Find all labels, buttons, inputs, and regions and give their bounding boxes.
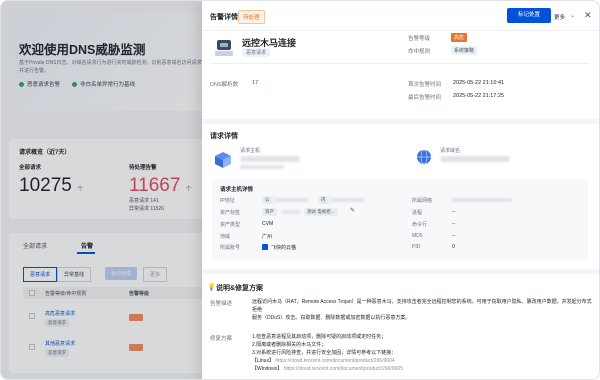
host-subvalue-redacted (240, 165, 284, 169)
globe-icon (417, 149, 431, 165)
close-icon[interactable]: ✕ (584, 10, 592, 20)
asset-tag-label: 资产标签 (220, 210, 241, 216)
first-time-value: 2025-05-22 21:10:41 (453, 80, 505, 86)
windows-guide-link[interactable]: https://cloud.tencent.com/document/produ… (284, 366, 403, 372)
fix-section-title: 说明&修复方案 (216, 285, 264, 292)
mark-handled-button[interactable]: 标记处置 (507, 8, 551, 23)
network-label: 所属网络 (412, 198, 433, 204)
section-gap (202, 119, 599, 124)
dns-count-link[interactable]: 17 (252, 80, 258, 86)
pid-value: 0 (452, 244, 455, 250)
trojan-icon (215, 40, 233, 56)
fix-steps: 1.检查恶意进程及其启动项，删除可疑的启动项或定时任务； 2.隔离或者删除相关的… (252, 334, 403, 372)
drawer-header: 告警详情 待处理 标记处置 更多 ⌄ ✕ (202, 1, 599, 31)
domain-value-redacted (440, 156, 510, 162)
drawer-title: 告警详情 (210, 14, 238, 21)
section-gap (202, 269, 599, 274)
md5-label: MD5 (412, 233, 423, 239)
asset-type-value: CVM (262, 221, 274, 227)
private-ip-redacted (330, 198, 364, 202)
request-section-title: 请求详情 (210, 133, 238, 140)
fix-label: 修复方案 (210, 336, 233, 342)
cmd-label: 命令行 (412, 222, 428, 228)
asset-tag-redacted (282, 210, 300, 214)
rule-tag: 系统策略 (451, 46, 478, 55)
asset-tag: 测试 电视柜... (304, 208, 338, 216)
host-label: 请求主机 (240, 148, 261, 154)
last-time-value: 2025-05-22 21:17:25 (453, 93, 505, 99)
description-text: 远程访问木马（RAT，Remote Access Trojan）是一种恶意木马，… (252, 299, 592, 321)
public-ip-redacted (274, 198, 308, 202)
asset-type-label: 资产类型 (220, 222, 241, 228)
cmd-value: -- (452, 221, 456, 227)
private-ip-tag: 内 (318, 196, 329, 204)
more-actions-button[interactable]: 更多 (554, 13, 565, 21)
lightbulb-icon: 💡 (207, 284, 216, 291)
edit-icon[interactable]: ✎ (350, 207, 355, 214)
rule-label: 命中规则 (408, 49, 431, 55)
status-badge: 待处理 (238, 10, 265, 24)
description-label: 告警描述 (210, 301, 233, 307)
network-value-redacted (452, 198, 512, 202)
process-label: 进程 (412, 210, 423, 216)
divider (210, 63, 590, 64)
chevron-down-icon[interactable]: ⌄ (570, 12, 575, 19)
public-ip-tag: 公 (262, 196, 273, 204)
host-icon (215, 152, 231, 168)
host-detail-title: 请求主机详情 (220, 187, 254, 193)
account-icon (262, 244, 268, 250)
level-badge: 高危 (451, 33, 468, 42)
level-label: 告警等级 (408, 36, 431, 42)
pid-label: PID (412, 244, 421, 250)
region-value: 广州 (262, 234, 273, 240)
host-detail-card (212, 179, 588, 259)
first-time-label: 首次告警时间 (408, 82, 442, 88)
process-value: -- (452, 209, 456, 215)
event-tag: 恶意请求 (242, 48, 271, 57)
md5-value: -- (452, 233, 456, 239)
dns-count-label: DNS解析数 (210, 82, 239, 88)
domain-label: 请求域名 (440, 148, 461, 154)
screen: 欢迎使用DNS威胁监测 基于Private DNS日志，对域名请求行为进行实时威… (0, 0, 600, 380)
last-time-label: 最后告警时间 (408, 95, 442, 101)
region-label: 地域 (220, 234, 231, 240)
account-value: 飞快的云猫 (271, 245, 297, 251)
ip-label: IP地址 (220, 198, 235, 204)
host-value-redacted (240, 156, 300, 162)
account-label: 所属账号 (220, 245, 241, 251)
alert-detail-drawer: 告警详情 待处理 标记处置 更多 ⌄ ✕ 远控木马连接 恶意请求 告警等级 高危… (202, 1, 599, 379)
asset-tag: 资产 (262, 208, 277, 216)
linux-guide-link[interactable]: https://cloud.tencent.com/document/produ… (275, 358, 394, 364)
